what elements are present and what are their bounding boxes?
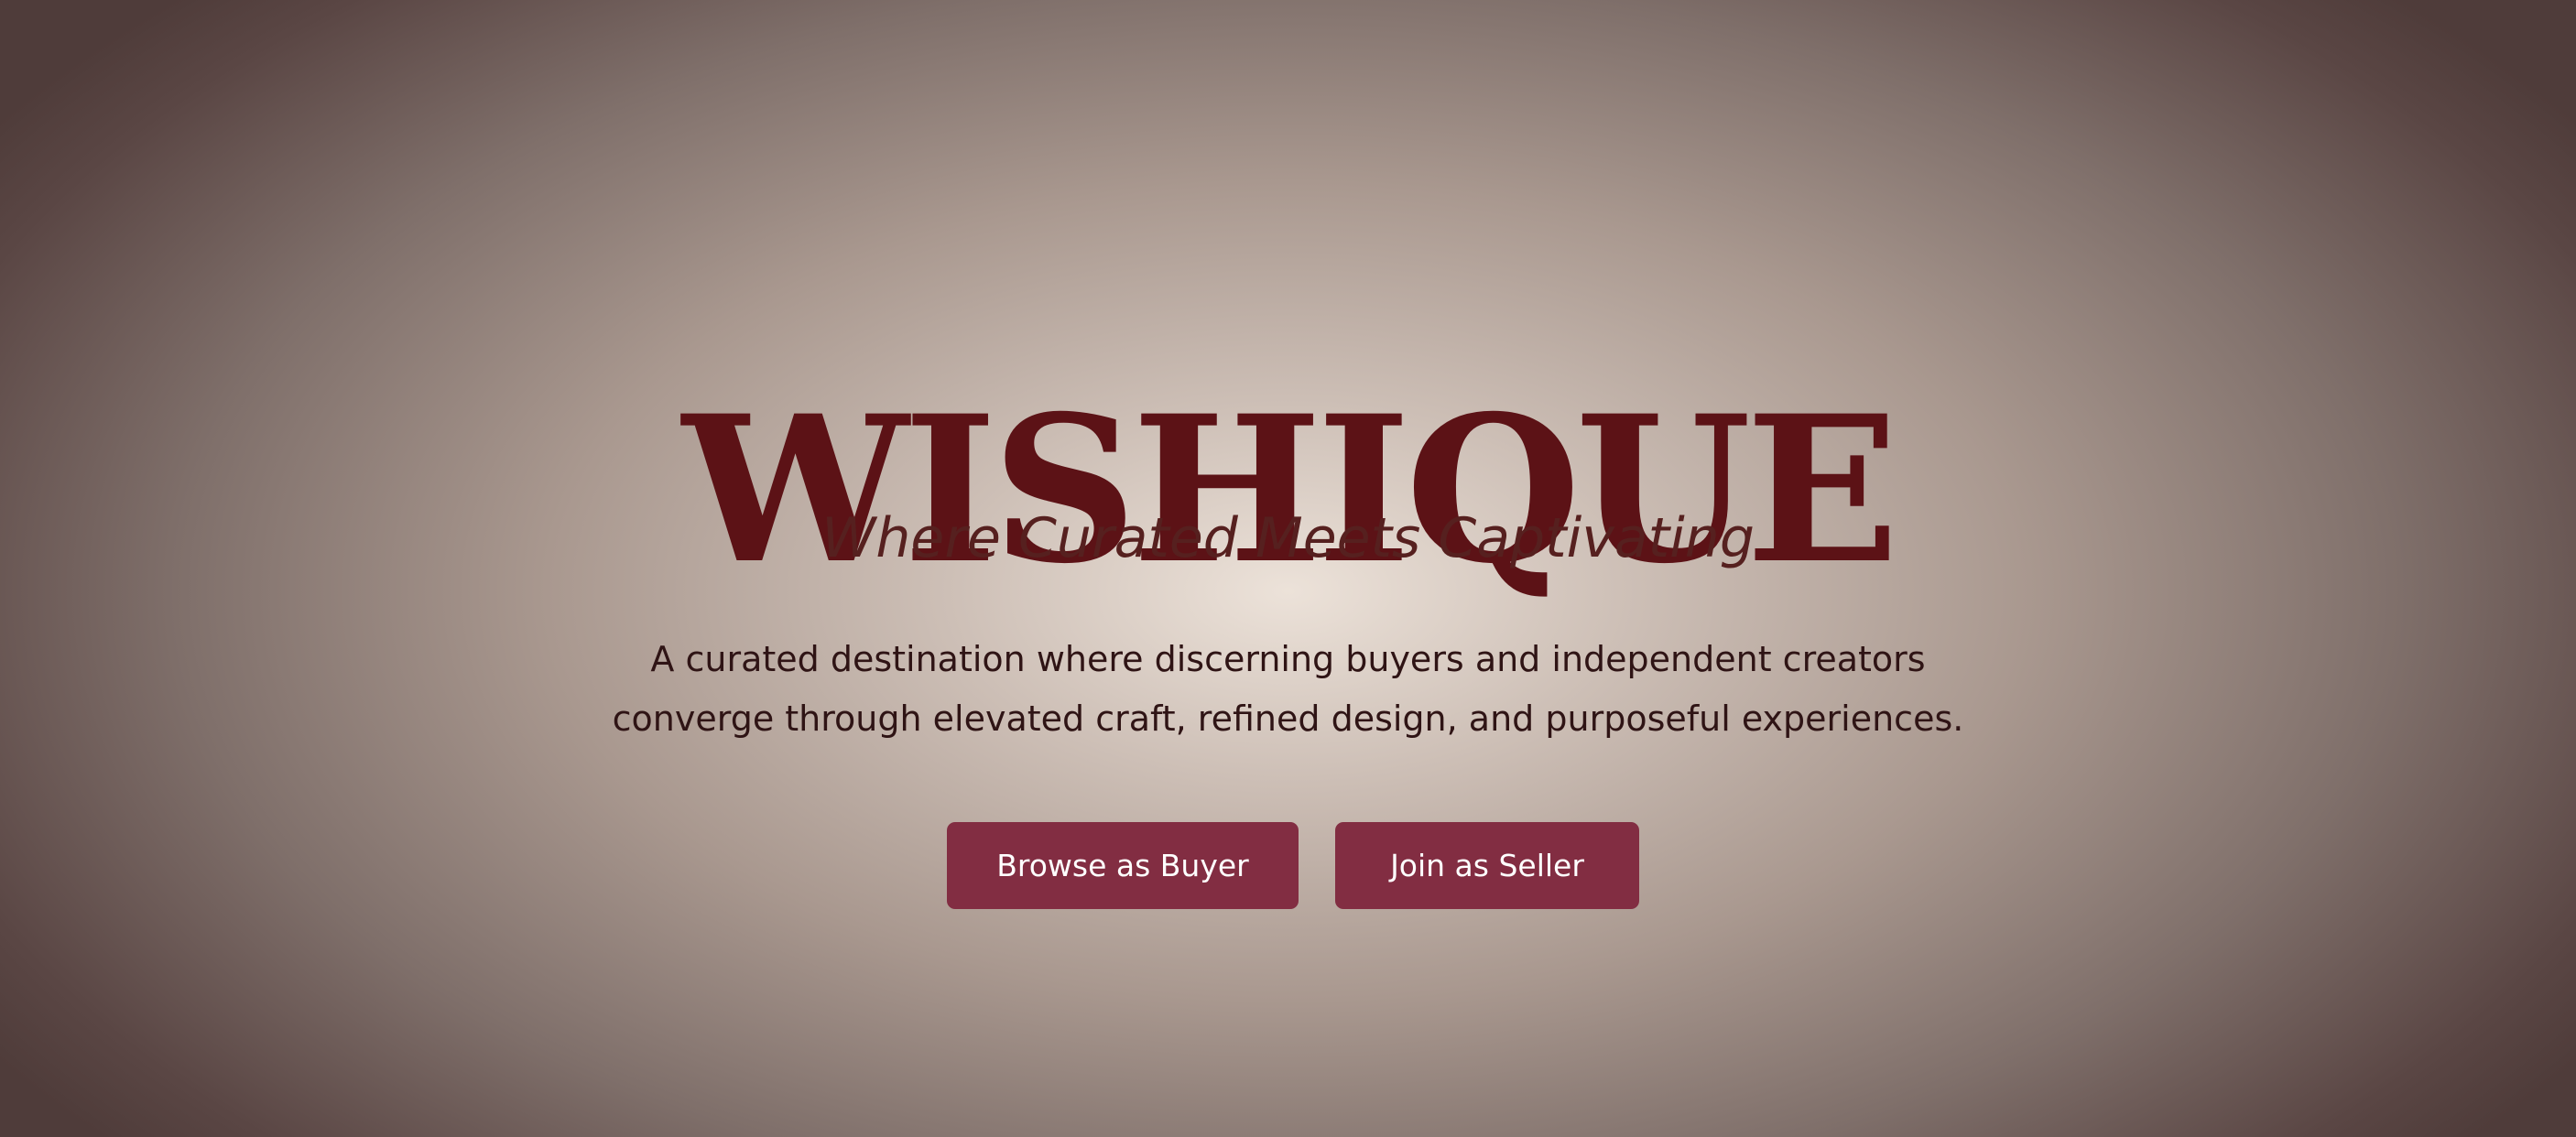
browse-as-buyer-button[interactable]: Browse as Buyer xyxy=(947,822,1299,909)
tagline: Where Curated Meets Captivating xyxy=(821,506,1755,570)
hero-description: A curated destination where discerning b… xyxy=(0,630,2576,749)
description-line-2: converge through elevated craft, refined… xyxy=(612,698,1964,739)
description-line-1: A curated destination where discerning b… xyxy=(650,639,1926,679)
join-as-seller-button[interactable]: Join as Seller xyxy=(1335,822,1639,909)
hero-section: WISHIQUE Where Curated Meets Captivating… xyxy=(0,0,2576,1137)
